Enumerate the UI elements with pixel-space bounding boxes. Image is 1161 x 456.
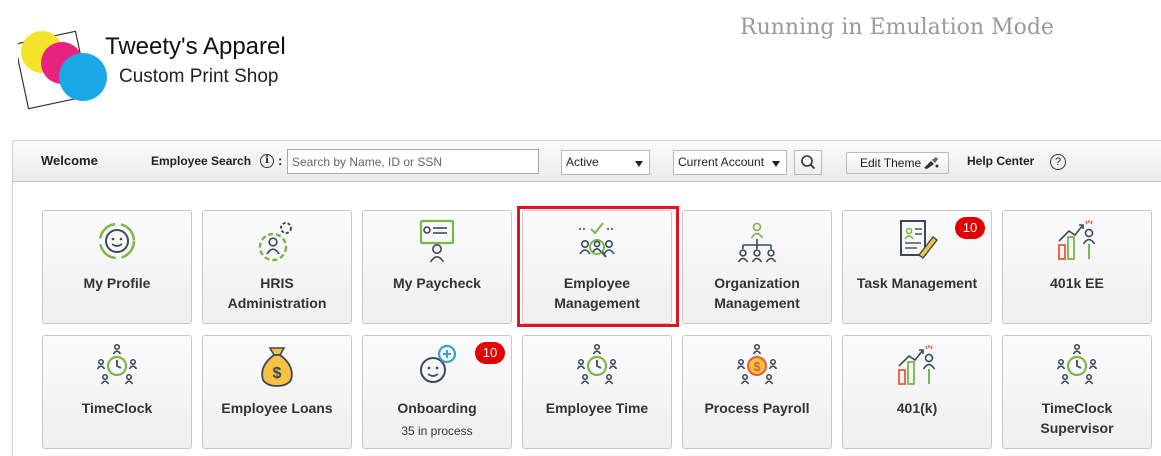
tile-organization-management[interactable]: Organization Management (682, 210, 832, 324)
tile-label: My Paycheck (393, 275, 481, 291)
timeclock-icon (93, 342, 141, 390)
timeclock-icon (573, 342, 621, 390)
tile-label: My Profile (83, 275, 151, 291)
welcome-link[interactable]: Welcome (41, 153, 98, 168)
edit-theme-label: Edit Theme (860, 156, 922, 170)
help-icon[interactable]: ? (1050, 154, 1066, 170)
tile-hris-administration[interactable]: HRIS Administration (202, 210, 352, 324)
payroll-icon: $ (733, 342, 781, 390)
top-toolbar: Welcome Employee Search i : Active Curre… (12, 140, 1161, 182)
tile-label: Onboarding (397, 400, 477, 416)
profile-icon (93, 217, 141, 265)
tile-label: Employee Time (545, 400, 649, 416)
hris-gear-icon (253, 217, 301, 265)
emulation-notice: Running in Emulation Mode (740, 15, 1054, 40)
chevron-down-icon (635, 161, 643, 167)
svg-text:$: $ (273, 365, 282, 382)
growth-chart-icon (893, 342, 941, 390)
task-icon (893, 217, 941, 265)
tile-label: Employee Management (554, 275, 640, 311)
tile-label: 401k EE (1050, 275, 1104, 291)
svg-text:$: $ (753, 359, 761, 374)
tile-label: TimeClock Supervisor (1040, 400, 1114, 436)
tile-timeclock-supervisor[interactable]: TimeClock Supervisor (1002, 335, 1152, 449)
tile-my-profile[interactable]: My Profile (42, 210, 192, 324)
employee-search-input[interactable] (287, 149, 539, 174)
company-name: Tweety's Apparel (105, 33, 286, 60)
status-select[interactable]: Active (561, 150, 650, 175)
tile-label: Task Management (856, 275, 978, 291)
search-icon (801, 155, 816, 170)
tile-my-paycheck[interactable]: My Paycheck (362, 210, 512, 324)
tile-label: 401(k) (896, 400, 938, 416)
tile-task-management[interactable]: Task Management 10 (842, 210, 992, 324)
account-select-value: Current Account (678, 155, 765, 169)
tile-timeclock[interactable]: TimeClock (42, 335, 192, 449)
tile-process-payroll[interactable]: $ Process Payroll (682, 335, 832, 449)
status-select-value: Active (566, 155, 599, 169)
employee-search-label: Employee Search (151, 154, 252, 168)
tile-401-k[interactable]: 401(k) (842, 335, 992, 449)
search-button[interactable] (794, 150, 822, 175)
chevron-down-icon (772, 161, 780, 167)
logo-circles-icon (18, 30, 107, 110)
paycheck-icon (413, 217, 461, 265)
money-bag-icon: $ (253, 342, 301, 390)
tile-employee-time[interactable]: Employee Time (522, 335, 672, 449)
edit-theme-button[interactable]: Edit Theme (846, 152, 949, 174)
tile-label: HRIS Administration (227, 275, 327, 311)
company-logo: Tweety's Apparel Custom Print Shop (18, 25, 318, 115)
growth-chart-icon (1053, 217, 1101, 265)
org-chart-icon (733, 217, 781, 265)
paint-brush-icon (924, 157, 939, 169)
company-tagline: Custom Print Shop (119, 66, 279, 87)
onboarding-icon (413, 342, 461, 390)
account-select[interactable]: Current Account (673, 150, 787, 175)
tile-401k-ee[interactable]: 401k EE (1002, 210, 1152, 324)
tile-label: Process Payroll (704, 400, 810, 416)
employee-management-icon (573, 217, 621, 265)
notification-badge: 10 (955, 217, 985, 239)
tile-onboarding[interactable]: Onboarding 35 in process 10 (362, 335, 512, 449)
tile-label: Organization Management (714, 275, 800, 311)
tile-subtext: 35 in process (401, 424, 473, 438)
tile-label: TimeClock (81, 400, 153, 416)
help-center-link[interactable]: Help Center (967, 154, 1034, 168)
info-icon[interactable]: i (260, 154, 274, 168)
timeclock-icon (1053, 342, 1101, 390)
notification-badge: 10 (475, 342, 505, 364)
search-colon: : (278, 153, 283, 168)
tile-employee-management[interactable]: Employee Management (522, 210, 672, 324)
tile-label: Employee Loans (221, 400, 333, 416)
tile-employee-loans[interactable]: $ Employee Loans (202, 335, 352, 449)
